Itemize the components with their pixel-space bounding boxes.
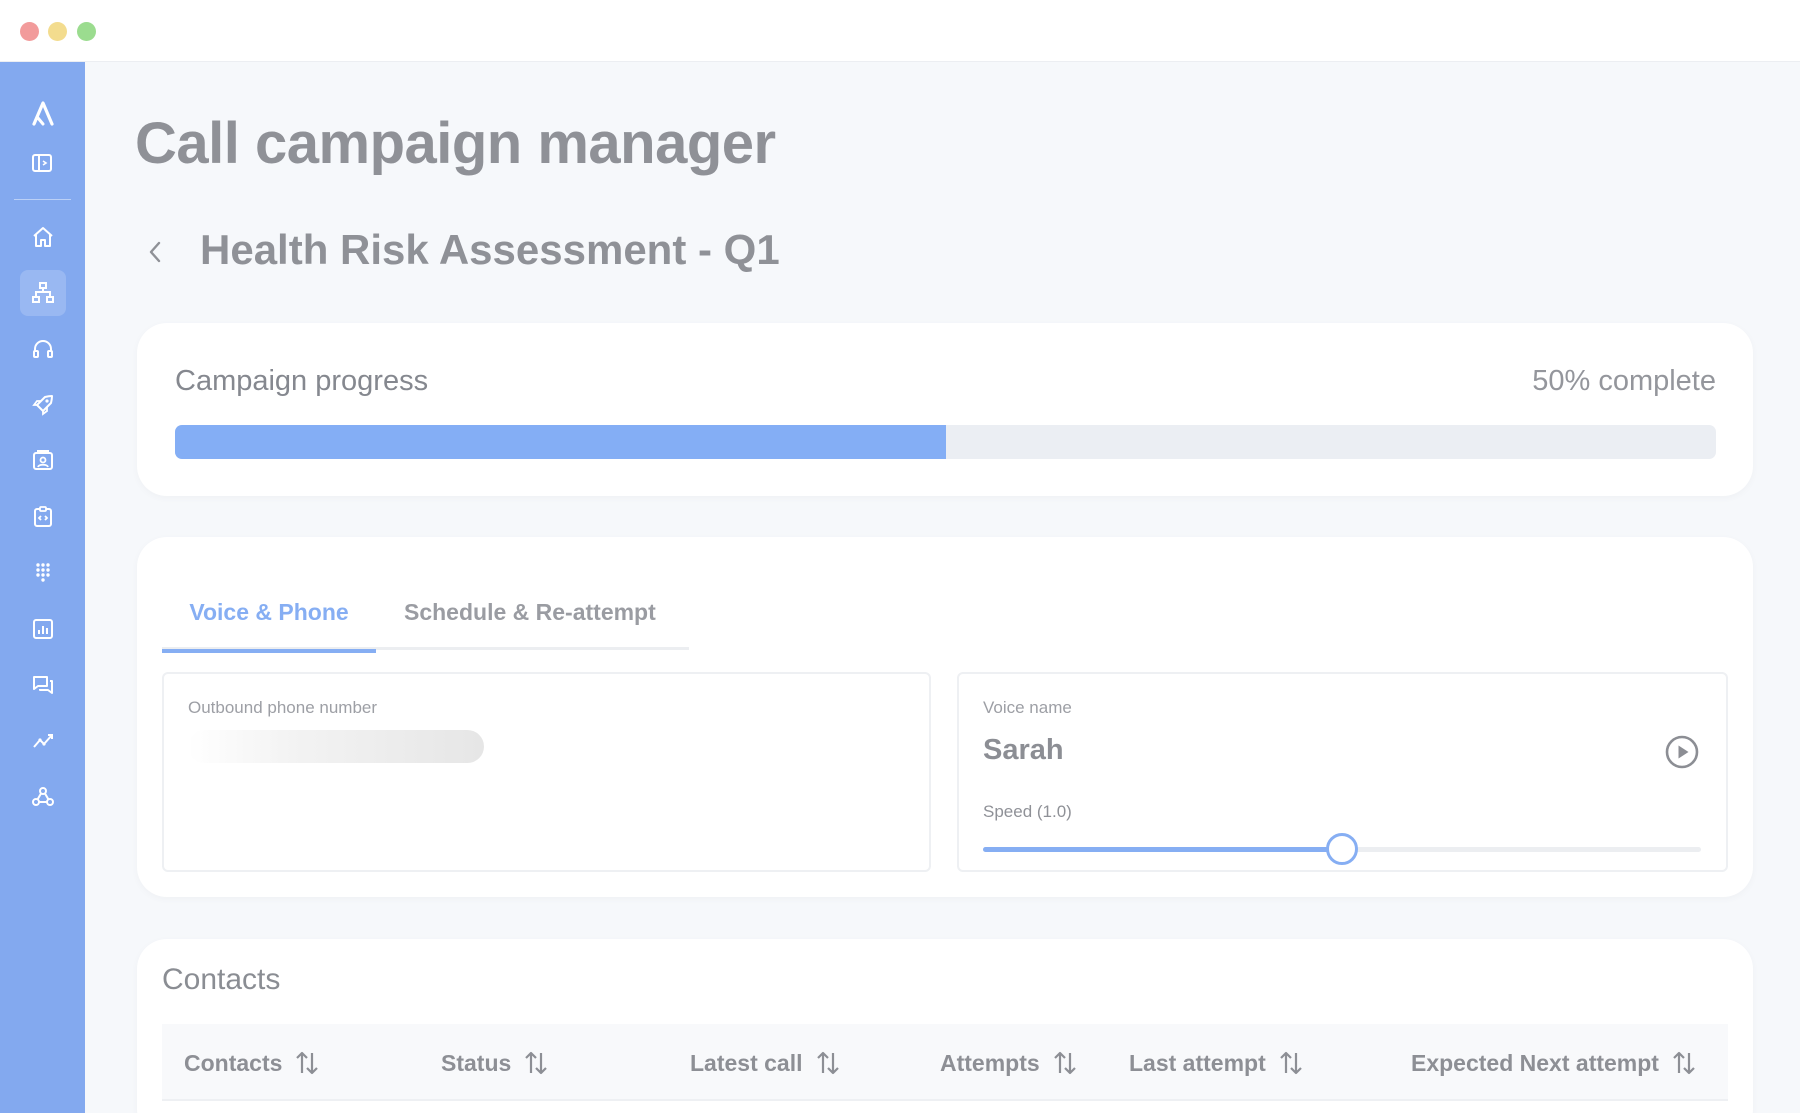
column-header-label: Last attempt [1129,1049,1266,1076]
column-header-latest-call[interactable]: Latest call [690,1049,841,1077]
window-titlebar [0,0,1800,62]
tab-voice-phone[interactable]: Voice & Phone [162,599,376,653]
progress-percent: 50% complete [1532,365,1716,397]
home-icon [33,227,53,247]
column-header-attempts[interactable]: Attempts [940,1049,1078,1077]
column-header-label: Status [441,1049,512,1076]
sidebar-item-home[interactable] [20,214,66,260]
speed-slider[interactable] [983,833,1701,865]
contacts-table-header: Contacts Status Latest call Attempts Las… [162,1024,1728,1101]
outbound-phone-panel: Outbound phone number [162,672,931,872]
code-clipboard-icon [34,506,52,527]
sidebar-item-dialer[interactable] [20,550,66,596]
analytics-icon [33,734,53,748]
play-icon[interactable] [1664,734,1700,770]
sidebar-item-launch[interactable] [20,382,66,428]
headset-icon [33,340,53,358]
hierarchy-icon [32,282,54,303]
sidebar-divider [14,199,71,200]
column-header-label: Expected Next attempt [1411,1049,1659,1076]
column-header-label: Attempts [940,1049,1040,1076]
page-title: Call campaign manager [135,111,776,176]
sidebar-item-messages[interactable] [20,662,66,708]
sidebar-item-analytics[interactable] [20,718,66,764]
column-header-label: Contacts [184,1049,283,1076]
report-icon [33,619,53,639]
column-header-last-attempt[interactable]: Last attempt [1129,1049,1304,1077]
column-header-contacts[interactable]: Contacts [184,1049,320,1077]
column-header-status[interactable]: Status [441,1049,549,1077]
sort-icon[interactable] [1278,1049,1304,1077]
voice-panel: Voice name Sarah Speed (1.0) [957,672,1728,872]
speed-slider-fill [983,847,1342,852]
sidebar-toggle-icon[interactable] [31,152,53,174]
voice-name-value[interactable]: Sarah [983,734,1064,767]
column-header-expected-next-attempt[interactable]: Expected Next attempt [1411,1049,1697,1077]
sidebar [0,62,85,1113]
campaign-title: Health Risk Assessment - Q1 [200,226,780,273]
sort-icon[interactable] [815,1049,841,1077]
contact-card-icon [33,450,53,470]
sidebar-item-contacts[interactable] [20,438,66,484]
sort-icon[interactable] [1671,1049,1697,1077]
column-header-label: Latest call [690,1049,803,1076]
sidebar-item-scripts[interactable] [20,494,66,540]
chat-icon [33,676,53,694]
rocket-icon [32,395,53,416]
dialpad-icon [36,563,50,582]
back-chevron-icon[interactable] [144,238,166,266]
progress-bar [175,425,1716,459]
campaign-progress-card: Campaign progress 50% complete [137,323,1753,496]
webhook-icon [32,787,54,806]
contacts-card: Contacts Contacts Status Latest call Att… [137,939,1753,1113]
outbound-phone-loading-placeholder [188,730,484,763]
sort-icon[interactable] [523,1049,549,1077]
window-maximize-button[interactable] [77,22,96,41]
sidebar-item-reports[interactable] [20,606,66,652]
sort-icon[interactable] [294,1049,320,1077]
sidebar-item-integrations[interactable] [20,774,66,820]
progress-label: Campaign progress [175,365,429,397]
sidebar-item-campaigns[interactable] [20,270,66,316]
settings-tabs: Voice & Phone Schedule & Re-attempt [162,577,689,653]
speed-slider-thumb[interactable] [1326,833,1358,865]
outbound-phone-label: Outbound phone number [188,698,378,717]
voice-name-label: Voice name [983,698,1072,717]
window-close-button[interactable] [20,22,39,41]
contacts-title: Contacts [162,963,281,996]
voice-settings-card: Voice & Phone Schedule & Re-attempt Outb… [137,537,1753,897]
sort-icon[interactable] [1052,1049,1078,1077]
logo-icon[interactable] [28,98,58,128]
sidebar-item-agents[interactable] [20,326,66,372]
tab-schedule-reattempt[interactable]: Schedule & Re-attempt [404,599,656,626]
window-minimize-button[interactable] [48,22,67,41]
speed-label: Speed (1.0) [983,802,1072,821]
progress-bar-fill [175,425,946,459]
